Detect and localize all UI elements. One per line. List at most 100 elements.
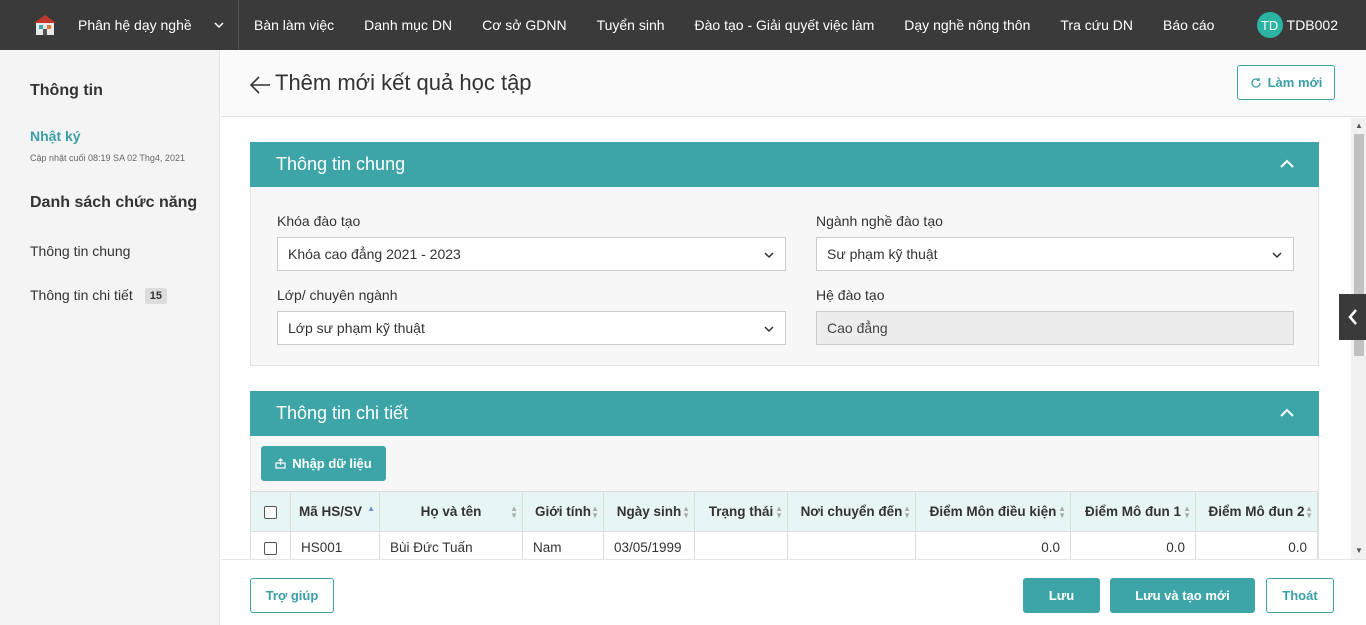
sort-icon: ▲ ▼ (903, 504, 911, 520)
course-value: Khóa cao đẳng 2021 - 2023 (288, 246, 461, 262)
general-panel-title: Thông tin chung (276, 154, 406, 174)
user-menu[interactable]: TD TDB002 (1256, 12, 1338, 38)
nav-day-nghe-nong-thon[interactable]: Dạy nghề nông thôn (889, 17, 1045, 33)
cell-student-id: HS001 (290, 531, 380, 559)
col-gender[interactable]: Giới tính ▲ ▼ (522, 491, 604, 532)
course-label: Khóa đào tạo (277, 213, 361, 229)
avatar: TD (1256, 12, 1283, 38)
level-value: Cao đẳng (827, 320, 888, 336)
sidebar: Thông tin Nhật ký Cập nhật cuối 08:19 SA… (0, 50, 220, 625)
back-arrow-icon[interactable] (249, 75, 271, 95)
top-navbar: Phân hệ dạy nghề Bàn làm việc Danh mục D… (0, 0, 1366, 50)
sidebar-log-link[interactable]: Nhật ký (30, 128, 81, 144)
sort-icon: ▲ ▼ (682, 504, 690, 520)
chevron-down-icon (214, 22, 224, 29)
nav-dao-tao[interactable]: Đào tạo - Giải quyết việc làm (680, 17, 890, 33)
import-label: Nhập dữ liệu (292, 456, 372, 471)
sidebar-info-title: Thông tin (30, 82, 103, 99)
cell-gender: Nam (522, 531, 604, 559)
sidebar-item-detail[interactable]: Thông tin chi tiết 15 (30, 287, 167, 305)
col-label: Trạng thái (708, 504, 774, 519)
nav-tra-cuu-dn[interactable]: Tra cứu DN (1045, 17, 1148, 33)
major-label: Ngành nghề đào tạo (816, 213, 943, 229)
upload-icon (275, 458, 286, 469)
row-select-cell (250, 531, 291, 559)
nav-co-so-gdnn[interactable]: Cơ sở GDNN (467, 17, 581, 33)
count-badge: 15 (144, 288, 167, 305)
table-row[interactable]: HS001 Bùi Đức Tuấn Nam 03/05/1999 0.0 0.… (250, 531, 1318, 559)
col-label: Mã HS/SV (299, 504, 363, 519)
sort-asc-icon: ▲ (367, 504, 375, 513)
module-selector[interactable]: Phân hệ dạy nghề (78, 17, 238, 33)
level-field: Cao đẳng (816, 311, 1294, 345)
select-all-header (250, 491, 291, 532)
user-name: TDB002 (1286, 17, 1338, 33)
chevron-left-icon (1347, 309, 1357, 325)
refresh-button[interactable]: Làm mới (1237, 65, 1335, 100)
col-module2-score[interactable]: Điểm Mô đun 2 ▲ ▼ (1195, 491, 1318, 532)
cell-module1-score[interactable]: 0.0 (1070, 531, 1196, 559)
cell-condition-score[interactable]: 0.0 (915, 531, 1071, 559)
sort-icon: ▲ ▼ (775, 504, 783, 520)
page-header: Thêm mới kết quả học tập Làm mới (221, 50, 1366, 117)
select-all-checkbox[interactable] (264, 505, 277, 519)
col-label: Giới tính (534, 504, 592, 519)
col-module1-score[interactable]: Điểm Mô đun 1 ▲ ▼ (1070, 491, 1196, 532)
col-dob[interactable]: Ngày sinh ▲ ▼ (603, 491, 695, 532)
sidebar-item-label: Thông tin chi tiết (30, 287, 133, 303)
nav-tuyen-sinh[interactable]: Tuyển sinh (582, 17, 680, 33)
chevron-up-icon[interactable] (1279, 156, 1295, 172)
detail-panel-title: Thông tin chi tiết (276, 403, 409, 423)
major-select[interactable]: Sư phạm kỹ thuật (816, 237, 1294, 271)
sidebar-item-general[interactable]: Thông tin chung (30, 243, 130, 259)
sort-icon: ▲ ▼ (510, 504, 518, 520)
col-label: Điểm Môn điều kiện (929, 504, 1057, 519)
col-label: Nơi chuyển đến (800, 504, 903, 519)
side-panel-toggle[interactable] (1339, 294, 1366, 340)
form-footer: Trợ giúp Lưu Lưu và tạo mới Thoát (221, 559, 1366, 625)
main-content: Thông tin chung Khóa đào tạo Khóa cao đẳ… (221, 118, 1351, 559)
scroll-down-icon[interactable]: ▼ (1355, 546, 1363, 555)
col-condition-score[interactable]: Điểm Môn điều kiện ▲ ▼ (915, 491, 1071, 532)
col-full-name[interactable]: Họ và tên ▲ ▼ (379, 491, 523, 532)
save-button[interactable]: Lưu (1023, 578, 1100, 613)
col-student-id[interactable]: Mã HS/SV ▲ (290, 491, 380, 532)
class-label: Lớp/ chuyên ngành (277, 287, 398, 303)
col-label: Họ và tên (420, 504, 482, 519)
exit-button[interactable]: Thoát (1266, 578, 1334, 613)
class-value: Lớp sư phạm kỹ thuật (288, 320, 425, 336)
main-nav: Bàn làm việc Danh mục DN Cơ sở GDNN Tuyể… (239, 0, 1229, 50)
general-panel-header[interactable]: Thông tin chung (250, 142, 1319, 187)
module-label: Phân hệ dạy nghề (78, 17, 192, 33)
import-data-button[interactable]: Nhập dữ liệu (261, 446, 386, 481)
detail-panel-header[interactable]: Thông tin chi tiết (250, 391, 1319, 436)
major-value: Sư phạm kỹ thuật (827, 246, 938, 262)
help-button[interactable]: Trợ giúp (250, 578, 334, 613)
sidebar-functions-title: Danh sách chức năng (30, 194, 198, 211)
col-label: Điểm Mô đun 2 (1208, 504, 1305, 519)
page-title: Thêm mới kết quả học tập (275, 70, 532, 95)
nav-danh-muc-dn[interactable]: Danh mục DN (349, 17, 467, 33)
cell-transfer (787, 531, 916, 559)
refresh-icon (1250, 77, 1261, 88)
nav-ban-lam-viec[interactable]: Bàn làm việc (239, 17, 349, 33)
level-label: Hệ đào tạo (816, 287, 885, 303)
col-status[interactable]: Trạng thái ▲ ▼ (694, 491, 788, 532)
class-select[interactable]: Lớp sư phạm kỹ thuật (277, 311, 786, 345)
row-checkbox[interactable] (264, 541, 277, 555)
app-logo-icon[interactable] (28, 8, 62, 42)
sidebar-log-updated: Cập nhật cuối 08:19 SA 02 Thg4, 2021 (30, 153, 185, 163)
sort-icon: ▲ ▼ (1183, 504, 1191, 520)
cell-dob: 03/05/1999 (603, 531, 695, 559)
nav-bao-cao[interactable]: Báo cáo (1148, 17, 1229, 33)
chevron-down-icon (764, 252, 774, 259)
course-select[interactable]: Khóa cao đẳng 2021 - 2023 (277, 237, 786, 271)
save-and-new-button[interactable]: Lưu và tạo mới (1110, 578, 1255, 613)
col-label: Điểm Mô đun 1 (1084, 504, 1181, 519)
chevron-up-icon[interactable] (1279, 405, 1295, 421)
cell-full-name: Bùi Đức Tuấn (379, 531, 523, 559)
scroll-up-icon[interactable]: ▲ (1355, 121, 1363, 130)
col-transfer[interactable]: Nơi chuyển đến ▲ ▼ (787, 491, 916, 532)
col-label: Ngày sinh (616, 504, 682, 519)
cell-module2-score[interactable]: 0.0 (1195, 531, 1318, 559)
